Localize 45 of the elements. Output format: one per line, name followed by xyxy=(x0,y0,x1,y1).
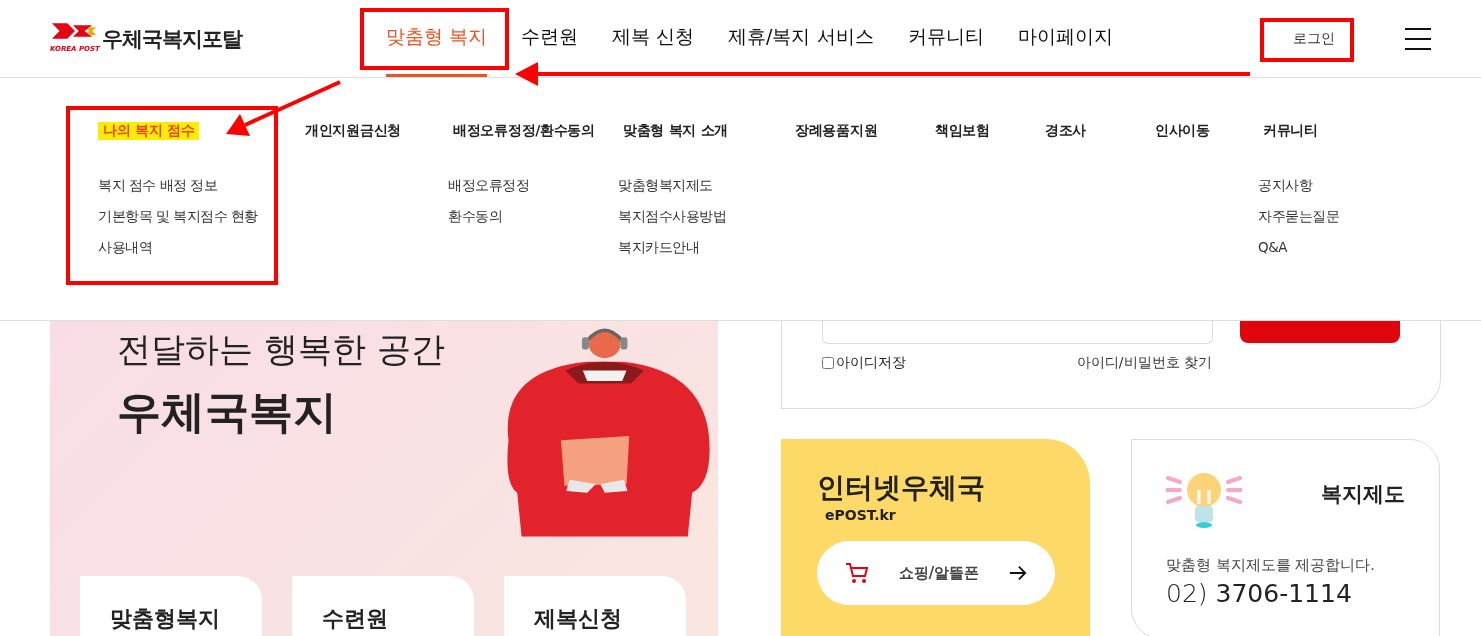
arrow-right-icon xyxy=(1009,565,1027,581)
checkbox-label: 아이디저장 xyxy=(836,354,906,372)
menu-heading[interactable]: 배정오류정정/환수동의 xyxy=(448,122,600,140)
menu-icon[interactable] xyxy=(1405,27,1431,50)
nav-tab[interactable]: 커뮤니티 xyxy=(907,0,984,77)
category-card[interactable]: 수련원 xyxy=(292,576,474,636)
submenu-link[interactable]: 환수동의 xyxy=(448,201,502,232)
hero-title: 우체국복지 xyxy=(117,385,338,439)
site-title: 우체국복지포탈 xyxy=(102,25,242,53)
input-field[interactable] xyxy=(822,321,1213,344)
menu-heading[interactable]: 맞춤형 복지 소개 xyxy=(618,122,734,140)
menu-heading[interactable]: 책임보험 xyxy=(930,122,995,140)
phone-number: 02) 3706-1114 xyxy=(1166,579,1353,608)
nav-tab[interactable]: 수련원 xyxy=(521,0,579,77)
welfare-description: 맞춤형 복지제도를 제공합니다. xyxy=(1166,556,1376,575)
nav-tab[interactable]: 제휴/복지 서비스 xyxy=(728,0,874,77)
menu-heading[interactable]: 커뮤니티 xyxy=(1258,122,1323,140)
menu-heading[interactable]: 장례용품지원 xyxy=(790,122,883,140)
submenu-link[interactable]: 복지점수사용방법 xyxy=(618,201,726,232)
shopping-button[interactable]: 쇼핑/알뜰폰 xyxy=(817,541,1055,605)
submenu-link[interactable]: 공지사항 xyxy=(1258,170,1312,201)
menu-heading[interactable]: 경조사 xyxy=(1040,122,1092,140)
hero-tagline: 전달하는 행복한 공간 xyxy=(117,328,445,371)
welfare-title: 복지제도 xyxy=(1321,481,1405,508)
cart-icon xyxy=(845,562,869,584)
find-account-link[interactable]: 아이디/비밀번호 찾기 xyxy=(1076,354,1212,372)
menu-heading[interactable]: 개인지원금신청 xyxy=(300,122,406,140)
category-card[interactable]: 제복신청 xyxy=(504,576,686,636)
nav-tab[interactable]: 제복 신청 xyxy=(612,0,695,77)
submenu-link[interactable]: 맞춤형복지제도 xyxy=(618,170,713,201)
menu-heading[interactable]: 인사이동 xyxy=(1150,122,1215,140)
submenu-link[interactable]: 자주묻는질문 xyxy=(1258,201,1339,232)
submenu-link[interactable]: 복지 점수 배정 정보 xyxy=(98,170,218,201)
login-button[interactable]: 로그인 xyxy=(1283,23,1345,54)
submenu-link[interactable]: 기본항목 및 복지점수 현황 xyxy=(98,201,258,232)
submenu-link[interactable]: 배정오류정정 xyxy=(448,170,529,201)
category-card[interactable]: 맞춤형복지 xyxy=(80,576,262,636)
nav-tab[interactable]: 마이페이지 xyxy=(1017,0,1113,77)
light-bulb-icon xyxy=(1166,470,1242,530)
epost-title: 인터넷우체국 xyxy=(817,470,986,506)
save-id-checkbox[interactable] xyxy=(822,357,834,369)
submenu-link[interactable]: 복지카드안내 xyxy=(618,232,699,263)
submenu-link[interactable]: Q&A xyxy=(1258,232,1287,263)
epost-subtitle: ePOST.kr xyxy=(825,507,897,523)
submenu-link[interactable]: 사용내역 xyxy=(98,232,152,263)
